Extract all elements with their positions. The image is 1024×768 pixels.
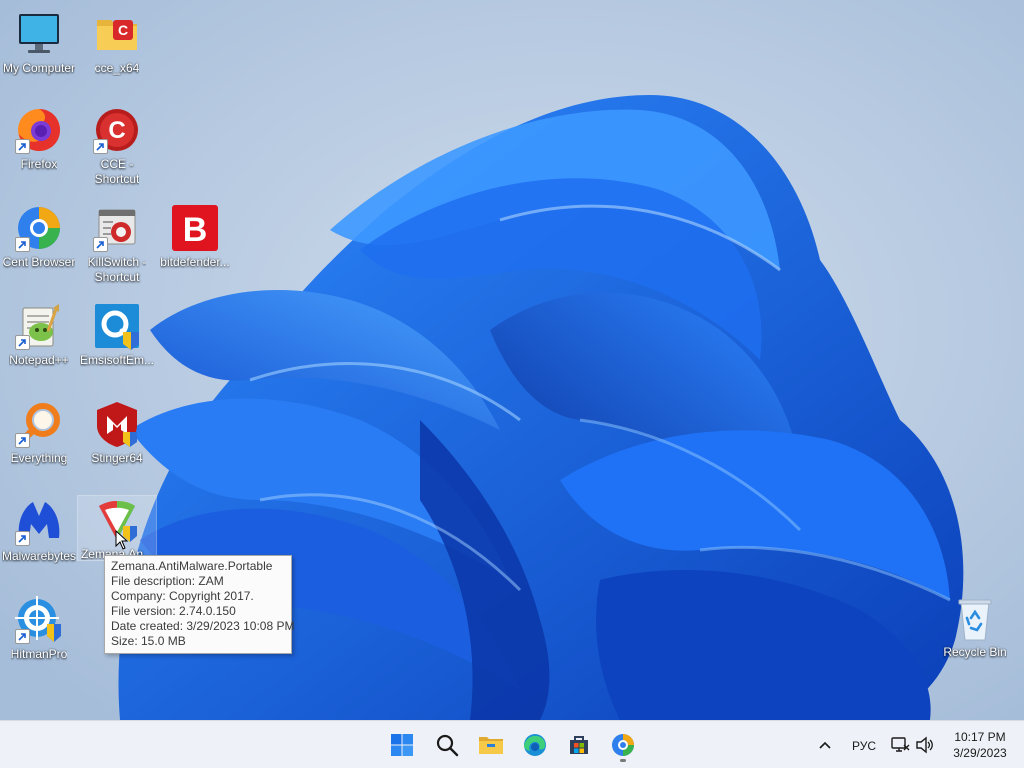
hitmanpro-icon <box>15 596 63 644</box>
start-button[interactable] <box>384 727 420 763</box>
desktop-icon-firefox[interactable]: Firefox <box>0 106 78 172</box>
volume-button[interactable] <box>912 727 938 763</box>
shortcut-arrow-icon <box>15 433 30 448</box>
cent-browser-icon <box>612 734 634 756</box>
show-hidden-icons-button[interactable] <box>808 727 842 763</box>
desktop-icon-label: Malwarebytes <box>1 549 77 563</box>
network-button[interactable] <box>886 727 914 763</box>
taskbar-clock[interactable]: 10:17 PM 3/29/2023 <box>942 729 1018 761</box>
tooltip-line-description: File description: ZAM <box>111 574 224 588</box>
malwarebytes-icon <box>15 498 63 546</box>
desktop-icon-label: Notepad++ <box>9 353 69 367</box>
desktop-icon-my-computer[interactable]: My Computer <box>0 10 78 76</box>
desktop-icon-everything[interactable]: Everything <box>0 400 78 466</box>
desktop-icon-label: Recycle Bin <box>943 645 1007 659</box>
svg-text:C: C <box>108 117 125 144</box>
desktop-icon-killswitch[interactable]: KillSwitch - Shortcut <box>78 204 156 285</box>
desktop-icon-label: bitdefender... <box>160 255 230 269</box>
file-explorer-icon <box>479 737 503 754</box>
mouse-cursor-icon <box>115 529 129 550</box>
input-language-indicator[interactable]: РУС <box>852 739 876 753</box>
network-icon <box>891 737 910 752</box>
tooltip-line-name: Zemana.AntiMalware.Portable <box>111 559 273 573</box>
store-button[interactable] <box>561 727 597 763</box>
shortcut-arrow-icon <box>15 139 30 154</box>
shortcut-arrow-icon <box>15 237 30 252</box>
svg-text:C: C <box>118 22 128 38</box>
file-info-tooltip: Zemana.AntiMalware.Portable File descrip… <box>104 555 295 654</box>
tooltip-line-size: Size: 15.0 MB <box>111 634 186 648</box>
desktop-icon-bitdefender[interactable]: B bitdefender... <box>156 204 234 270</box>
cent-browser-icon <box>15 204 63 252</box>
folder-icon: C <box>93 10 141 58</box>
desktop-icon-malwarebytes[interactable]: Malwarebytes <box>0 498 78 564</box>
shortcut-arrow-icon <box>15 629 30 644</box>
chevron-up-icon <box>819 741 831 749</box>
notepadpp-icon <box>15 302 63 350</box>
emsisoft-icon <box>93 302 141 350</box>
cce-icon: C <box>93 106 141 154</box>
shortcut-arrow-icon <box>93 139 108 154</box>
desktop-icon-label: cce_x64 <box>94 61 140 75</box>
edge-icon <box>524 734 546 756</box>
search-icon <box>436 734 459 757</box>
desktop-icon-label: KillSwitch - Shortcut <box>87 255 147 284</box>
clock-date: 3/29/2023 <box>953 746 1007 760</box>
desktop-icon-label: CCE - Shortcut <box>94 157 140 186</box>
clock-time: 10:17 PM <box>954 730 1006 744</box>
file-explorer-button[interactable] <box>473 727 509 763</box>
bitdefender-icon: B <box>171 204 219 252</box>
desktop-icon-label: Firefox <box>20 157 58 171</box>
speaker-icon <box>916 736 933 754</box>
firefox-icon <box>15 106 63 154</box>
cent-browser-taskbar-button[interactable] <box>605 727 641 763</box>
desktop-icon-stinger64[interactable]: Stinger64 <box>78 400 156 466</box>
desktop-icon-label: Stinger64 <box>91 451 143 465</box>
desktop-icon-label: My Computer <box>2 61 76 75</box>
windows-start-icon <box>391 734 413 756</box>
tooltip-line-version: File version: 2.74.0.150 <box>111 604 236 618</box>
edge-button[interactable] <box>517 727 553 763</box>
tooltip-line-date: Date created: 3/29/2023 10:08 PM <box>111 619 295 633</box>
desktop-icon-cce-x64[interactable]: C cce_x64 <box>78 10 156 76</box>
taskbar: РУС 10:17 PM 3/29/2023 <box>0 720 1024 768</box>
desktop-icon-emsisoft[interactable]: EmsisoftEm... <box>78 302 156 368</box>
shortcut-arrow-icon <box>15 531 30 546</box>
shortcut-arrow-icon <box>15 335 30 350</box>
everything-search-icon <box>15 400 63 448</box>
tooltip-line-company: Company: Copyright 2017. <box>111 589 254 603</box>
desktop-icon-cce-shortcut[interactable]: C CCE - Shortcut <box>78 106 156 187</box>
search-button[interactable] <box>429 727 465 763</box>
desktop-icon-hitmanpro[interactable]: HitmanPro <box>0 596 78 662</box>
killswitch-icon <box>93 204 141 252</box>
desktop-icon-zemana[interactable]: Zemana.An... <box>77 495 157 561</box>
running-indicator <box>620 759 626 762</box>
desktop-icon-label: Everything <box>10 451 68 465</box>
shortcut-arrow-icon <box>93 237 108 252</box>
mcafee-stinger-icon <box>93 400 141 448</box>
desktop-icon-label: Cent Browser <box>2 255 76 269</box>
desktop-icon-recycle-bin[interactable]: Recycle Bin <box>936 594 1014 660</box>
desktop-icon-label: EmsisoftEm... <box>79 353 154 367</box>
desktop-icon-notepadpp[interactable]: Notepad++ <box>0 302 78 368</box>
monitor-icon <box>15 10 63 58</box>
svg-text:B: B <box>183 211 208 249</box>
store-icon <box>570 736 588 754</box>
desktop-icon-label: HitmanPro <box>10 647 68 661</box>
recycle-bin-icon <box>951 594 999 642</box>
desktop-icon-cent-browser[interactable]: Cent Browser <box>0 204 78 270</box>
